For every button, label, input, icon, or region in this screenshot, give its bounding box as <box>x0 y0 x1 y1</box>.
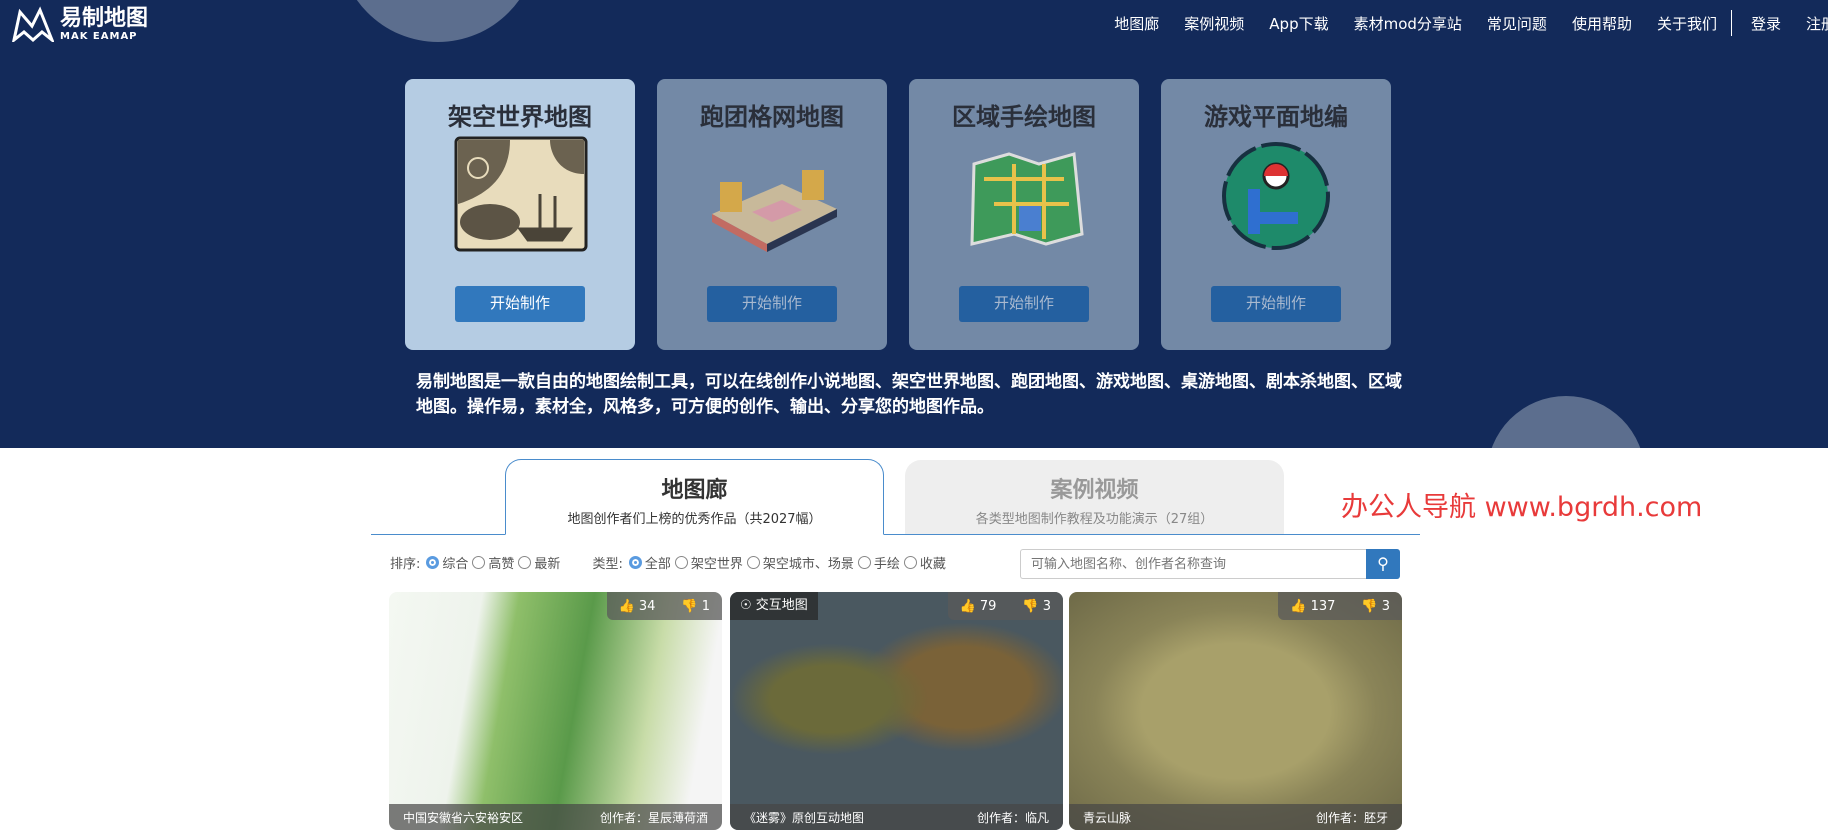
type-option[interactable]: 架空世界 <box>674 553 743 572</box>
thumbs-down-icon[interactable]: 👎 3 <box>1022 599 1051 614</box>
nav-about[interactable]: 关于我们 <box>1657 13 1717 34</box>
hero: 易制地图 MAK EAMAP 地图廊 案例视频 App下载 素材mod分享站 常见… <box>0 0 1828 448</box>
decor-circle <box>338 0 538 42</box>
treasure-map-icon <box>454 136 588 252</box>
start-button[interactable]: 开始制作 <box>959 286 1089 322</box>
tab-title: 案例视频 <box>1050 478 1139 503</box>
type-option[interactable]: 收藏 <box>903 553 946 572</box>
login-link[interactable]: 登录 <box>1751 13 1781 34</box>
tab-subtitle: 地图创作者们上榜的优秀作品（共2027幅） <box>567 512 822 527</box>
thumbs-down-icon[interactable]: 👎 1 <box>681 599 710 614</box>
register-link[interactable]: 注册 <box>1806 13 1828 34</box>
tab-videos[interactable]: 案例视频 各类型地图制作教程及功能演示（27组） <box>905 460 1284 534</box>
card-title: 游戏平面地编 <box>1204 103 1348 131</box>
type-option[interactable]: 手绘 <box>857 553 900 572</box>
thumbs-up-icon[interactable]: 👍 34 <box>619 599 656 614</box>
isometric-grid-icon <box>712 170 837 252</box>
card-fantasy-world[interactable]: 架空世界地图 开始制作 <box>405 79 635 350</box>
sort-option[interactable]: 最新 <box>518 553 560 572</box>
type-label: 类型: <box>592 557 623 572</box>
start-button[interactable]: 开始制作 <box>455 286 585 322</box>
nav-app[interactable]: App下载 <box>1269 13 1328 34</box>
logo-icon <box>12 6 54 42</box>
votes: 👍 137 👎 3 <box>1278 592 1402 620</box>
thumbs-up-icon[interactable]: 👍 137 <box>1290 599 1335 614</box>
card-game-level[interactable]: 游戏平面地编 开始制作 <box>1161 79 1391 350</box>
search-icon: ⚲ <box>1377 556 1389 573</box>
nav-help[interactable]: 使用帮助 <box>1572 13 1632 34</box>
logo-text: 易制地图 <box>60 5 149 31</box>
type-option[interactable]: 全部 <box>628 553 671 572</box>
votes: 👍 34 👎 1 <box>606 592 722 620</box>
map-caption: 《迷雾》原创互动地图 创作者：临凡 <box>730 804 1063 830</box>
site-description: 易制地图是一款自由的地图绘制工具，可以在线创作小说地图、架空世界地图、跑团地图、… <box>416 372 1402 417</box>
card-trpg-grid[interactable]: 跑团格网地图 开始制作 <box>657 79 887 350</box>
map-card[interactable]: ☉ 交互地图 👍 79 👎 3 《迷雾》原创互动地图 创作者：临凡 <box>730 592 1063 830</box>
tab-subtitle: 各类型地图制作教程及功能演示（27组） <box>975 512 1214 527</box>
sort-option[interactable]: 高赞 <box>472 553 514 572</box>
thumbs-up-icon[interactable]: 👍 79 <box>960 599 997 614</box>
start-button[interactable]: 开始制作 <box>1211 286 1341 322</box>
nav-videos[interactable]: 案例视频 <box>1184 13 1244 34</box>
map-caption: 中国安徽省六安裕安区 创作者：星辰薄荷酒 <box>389 804 722 830</box>
nav-mod[interactable]: 素材mod分享站 <box>1354 13 1462 34</box>
logo[interactable]: 易制地图 MAK EAMAP <box>12 6 148 42</box>
divider <box>1730 10 1732 36</box>
map-caption: 青云山脉 创作者：胚牙 <box>1069 804 1402 830</box>
thumbs-down-icon[interactable]: 👎 3 <box>1361 599 1390 614</box>
map-card[interactable]: 👍 34 👎 1 中国安徽省六安裕安区 创作者：星辰薄荷酒 <box>389 592 722 830</box>
card-regional-handdrawn[interactable]: 区域手绘地图 开始制作 <box>909 79 1139 350</box>
decor-circle <box>1487 396 1645 448</box>
start-button[interactable]: 开始制作 <box>707 286 837 322</box>
search-button[interactable]: ⚲ <box>1366 549 1400 579</box>
search-bar: ⚲ <box>1020 549 1400 579</box>
sort-option[interactable]: 综合 <box>426 553 468 572</box>
type-option[interactable]: 架空城市、场景 <box>746 553 854 572</box>
filters: 排序: 综合 高赞 最新 类型: 全部 架空世界 架空城市、场景 手绘 收藏 <box>390 553 978 572</box>
top-nav: 地图廊 案例视频 App下载 素材mod分享站 常见问题 使用帮助 关于我们 登… <box>1089 10 1828 36</box>
nav-faq[interactable]: 常见问题 <box>1487 13 1547 34</box>
watermark: 办公人导航 www.bgrdh.com <box>1341 492 1703 523</box>
search-input[interactable] <box>1020 549 1366 579</box>
interactive-badge: ☉ 交互地图 <box>730 592 818 620</box>
logo-subtext: MAK EAMAP <box>60 30 138 42</box>
nav-gallery[interactable]: 地图廊 <box>1114 13 1159 34</box>
card-title: 区域手绘地图 <box>952 103 1096 131</box>
tab-title: 地图廊 <box>661 478 728 503</box>
card-title: 跑团格网地图 <box>700 103 844 131</box>
sort-label: 排序: <box>390 557 421 572</box>
pokeball-map-icon <box>1222 142 1330 250</box>
votes: 👍 79 👎 3 <box>947 592 1063 620</box>
folded-map-icon <box>970 152 1084 246</box>
card-title: 架空世界地图 <box>448 103 592 131</box>
tab-gallery[interactable]: 地图廊 地图创作者们上榜的优秀作品（共2027幅） <box>505 459 884 535</box>
map-card[interactable]: 👍 137 👎 3 青云山脉 创作者：胚牙 <box>1069 592 1402 830</box>
